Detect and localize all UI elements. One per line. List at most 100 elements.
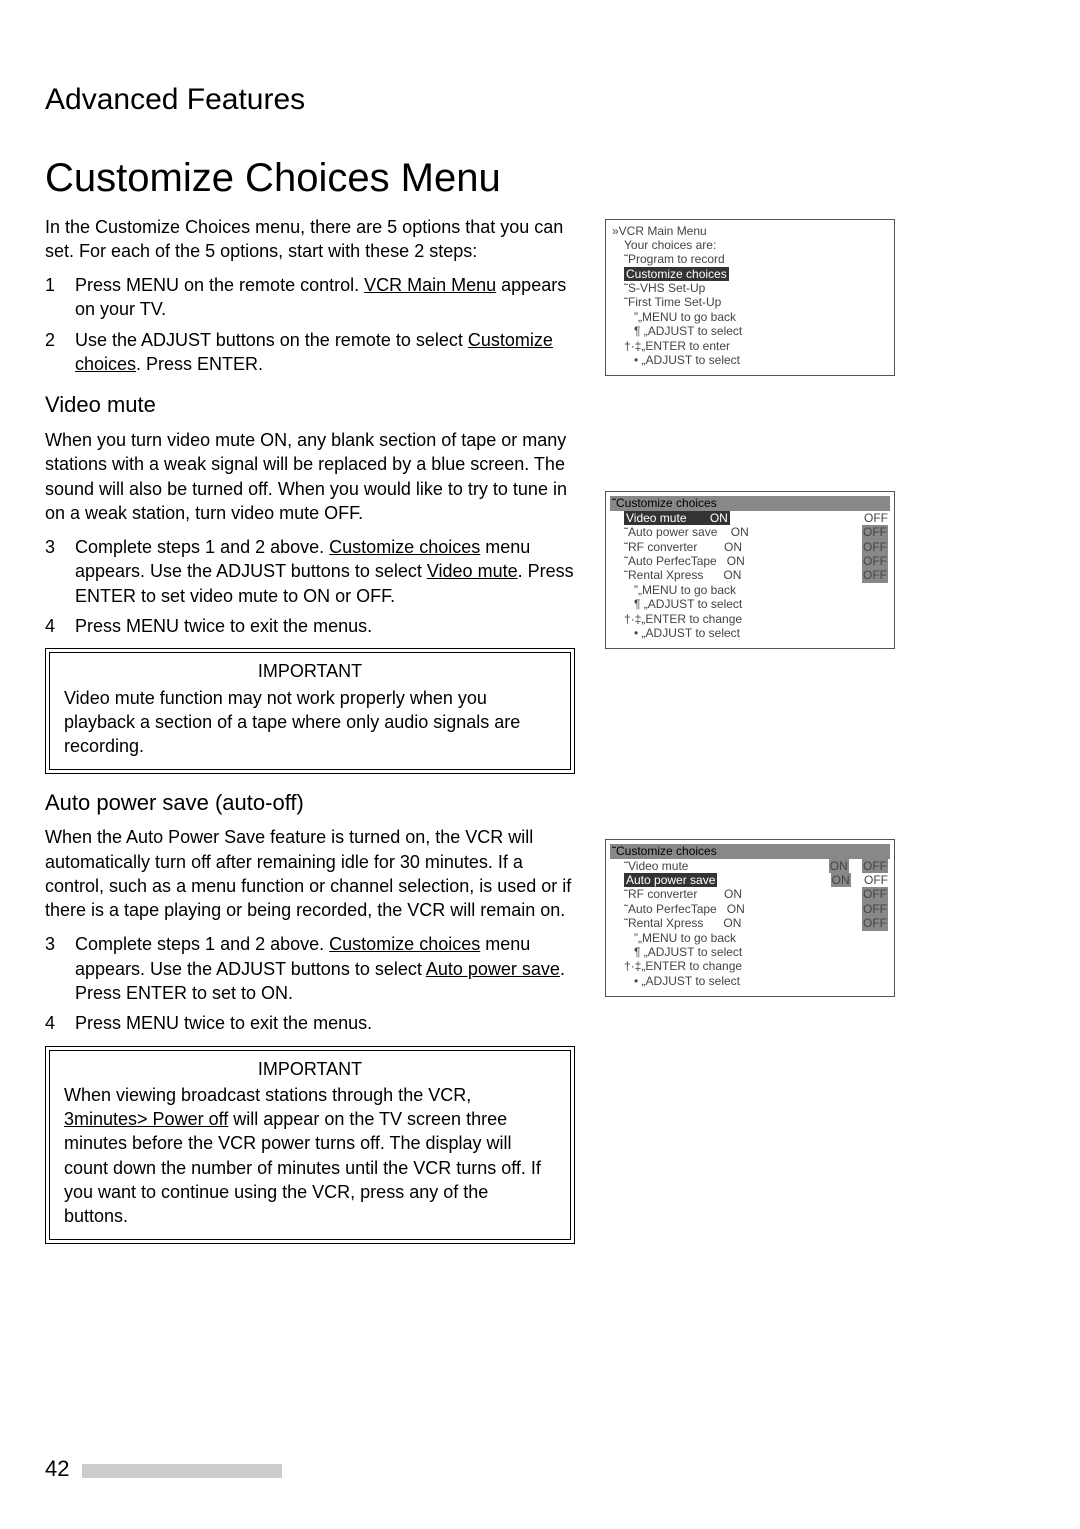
text: When viewing broadcast stations through … <box>64 1085 471 1105</box>
row-label: ˜Rental Xpress <box>624 568 703 582</box>
text: Complete steps 1 and 2 above. <box>75 934 329 954</box>
row-off: OFF <box>862 525 888 539</box>
osd-row: ˜Rental Xpress ON OFF <box>610 568 890 582</box>
row-label: ˜Auto PerfecTape <box>624 554 717 568</box>
auto-power-heading: Auto power save (auto-off) <box>45 788 575 818</box>
osd-row: ˜RF converter ON OFF <box>610 887 890 901</box>
osd-title: ˜Customize choices <box>610 496 890 510</box>
row-on: ON <box>727 554 745 568</box>
row-label: Video mute ON <box>624 511 730 525</box>
osd-title: »VCR Main Menu <box>610 224 890 238</box>
step-number: 3 <box>45 932 75 1005</box>
osd-item: ˜S-VHS Set-Up <box>610 281 890 295</box>
row-on: ON <box>724 887 742 901</box>
page-title: Customize Choices Menu <box>45 151 1040 205</box>
osd-row: ˜Auto power save ON OFF <box>610 525 890 539</box>
row-on: ON <box>727 902 745 916</box>
osd-customize-auto-power: ˜Customize choices ˜Video mute ON OFF Au… <box>605 839 895 997</box>
osd-row-video-mute: Video mute ON OFF <box>610 511 890 525</box>
step-4: 4 Press MENU twice to exit the menus. <box>45 614 575 638</box>
step-text: Press MENU twice to exit the menus. <box>75 614 575 638</box>
row-label: ˜Auto power save <box>624 525 717 539</box>
step-number: 1 <box>45 273 75 322</box>
step-text: Use the ADJUST buttons on the remote to … <box>75 328 575 377</box>
important-box-video-mute: IMPORTANT Video mute function may not wo… <box>49 652 571 769</box>
text: Use the ADJUST buttons on the remote to … <box>75 330 468 350</box>
step-text: Press MENU on the remote control. VCR Ma… <box>75 273 575 322</box>
osd-row: ˜RF converter ON OFF <box>610 540 890 554</box>
text: . Press ENTER. <box>136 354 263 374</box>
row-label: ˜Auto PerfecTape <box>624 902 717 916</box>
osd-help: ¶ „ADJUST to select <box>610 945 890 959</box>
step-number: 2 <box>45 328 75 377</box>
page-number-text: 42 <box>45 1456 69 1481</box>
customize-choices-ref: Customize choices <box>329 537 480 557</box>
important-body: Video mute function may not work properl… <box>64 686 556 759</box>
video-mute-paragraph: When you turn video mute ON, any blank s… <box>45 428 575 525</box>
auto-power-paragraph: When the Auto Power Save feature is turn… <box>45 825 575 922</box>
important-box-auto-power: IMPORTANT When viewing broadcast station… <box>49 1050 571 1240</box>
row-on: ON <box>831 873 851 887</box>
row-on: ON <box>723 916 741 930</box>
row-off: OFF <box>862 916 888 930</box>
left-column: In the Customize Choices menu, there are… <box>45 215 575 1258</box>
video-mute-heading: Video mute <box>45 390 575 420</box>
intro-steps: 1 Press MENU on the remote control. VCR … <box>45 273 575 376</box>
osd-help: ¶ „ADJUST to select <box>610 597 890 611</box>
osd-help: • „ADJUST to select <box>610 974 890 988</box>
row-on: ON <box>829 859 849 873</box>
step-2: 2 Use the ADJUST buttons on the remote t… <box>45 328 575 377</box>
osd-help: ”„MENU to go back <box>610 931 890 945</box>
osd-subtitle: Your choices are: <box>610 238 890 252</box>
step-1: 1 Press MENU on the remote control. VCR … <box>45 273 575 322</box>
right-column: »VCR Main Menu Your choices are: ˜Progra… <box>605 215 895 1258</box>
row-label: ˜RF converter <box>624 887 697 901</box>
osd-item: ˜Program to record <box>610 252 890 266</box>
page-number: 42 <box>45 1454 282 1484</box>
step-3: 3 Complete steps 1 and 2 above. Customiz… <box>45 932 575 1005</box>
osd-help: †·‡„ENTER to enter <box>610 339 890 353</box>
power-off-countdown-ref: 3minutes> Power off <box>64 1109 228 1129</box>
row-off: OFF <box>862 568 888 582</box>
osd-help: ”„MENU to go back <box>610 583 890 597</box>
video-mute-ref: Video mute <box>427 561 518 581</box>
content-columns: In the Customize Choices menu, there are… <box>45 215 1040 1258</box>
customize-choices-ref: Customize choices <box>329 934 480 954</box>
step-3: 3 Complete steps 1 and 2 above. Customiz… <box>45 535 575 608</box>
osd-help: • „ADJUST to select <box>610 353 890 367</box>
row-off: OFF <box>864 873 888 887</box>
row-off: OFF <box>862 902 888 916</box>
auto-power-steps: 3 Complete steps 1 and 2 above. Customiz… <box>45 932 575 1035</box>
highlight-text: Customize choices <box>624 267 729 281</box>
step-text: Complete steps 1 and 2 above. Customize … <box>75 535 575 608</box>
osd-help: †·‡„ENTER to change <box>610 959 890 973</box>
important-body: When viewing broadcast stations through … <box>64 1083 556 1229</box>
row-off: OFF <box>862 554 888 568</box>
intro-paragraph: In the Customize Choices menu, there are… <box>45 215 575 264</box>
text: Press MENU on the remote control. <box>75 275 364 295</box>
page-number-bar-icon <box>82 1464 282 1478</box>
step-number: 4 <box>45 614 75 638</box>
auto-power-save-ref: Auto power save <box>426 959 560 979</box>
row-label: ˜RF converter <box>624 540 697 554</box>
row-label: ˜Rental Xpress <box>624 916 703 930</box>
row-off: OFF <box>862 887 888 901</box>
row-off: OFF <box>862 859 888 873</box>
step-text: Press MENU twice to exit the menus. <box>75 1011 575 1035</box>
manual-page: Advanced Features Customize Choices Menu… <box>0 0 1080 1298</box>
osd-row: ˜Rental Xpress ON OFF <box>610 916 890 930</box>
osd-row: ˜Auto PerfecTape ON OFF <box>610 554 890 568</box>
osd-item: ˜First Time Set-Up <box>610 295 890 309</box>
osd-help: • „ADJUST to select <box>610 626 890 640</box>
row-off: OFF <box>864 511 888 525</box>
osd-title: ˜Customize choices <box>610 844 890 858</box>
row-label: Auto power save <box>624 873 717 887</box>
step-number: 3 <box>45 535 75 608</box>
step-number: 4 <box>45 1011 75 1035</box>
osd-item-highlighted: Customize choices <box>610 267 890 281</box>
row-on: ON <box>724 540 742 554</box>
osd-customize-video-mute: ˜Customize choices Video mute ON OFF ˜Au… <box>605 491 895 649</box>
text: Complete steps 1 and 2 above. <box>75 537 329 557</box>
step-4: 4 Press MENU twice to exit the menus. <box>45 1011 575 1035</box>
step-text: Complete steps 1 and 2 above. Customize … <box>75 932 575 1005</box>
